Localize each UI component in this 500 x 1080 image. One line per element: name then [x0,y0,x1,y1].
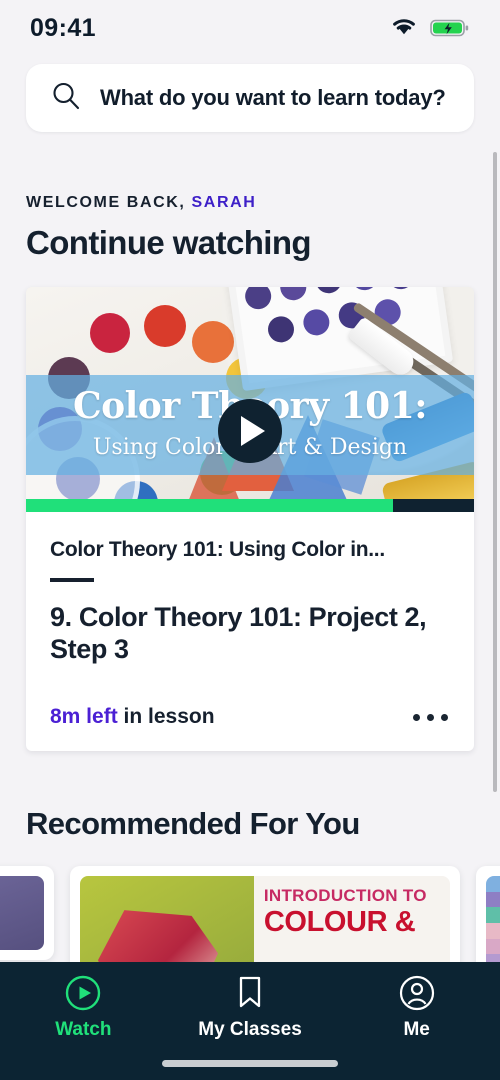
card-thumbnail [486,876,500,971]
progress-fill [26,499,394,512]
tab-watch-label: Watch [55,1019,112,1040]
card-title: COLOUR & [263,906,416,939]
card-thumbnail [0,876,44,951]
user-name: SARAH [191,194,257,211]
lesson-title: 9. Color Theory 101: Project 2, Step 3 [50,602,427,664]
person-circle-icon [398,974,436,1012]
list-item[interactable] [0,866,54,961]
bookmark-icon [235,974,265,1012]
tab-me-label: Me [403,1019,430,1040]
more-options-icon[interactable] [411,708,450,727]
bottom-tab-bar: Watch My Classes Me [0,962,500,1080]
status-bar: 09:41 [0,0,500,56]
card-kicker: INTRODUCTION TO [263,886,427,906]
play-icon [241,416,265,446]
tab-my-classes[interactable]: My Classes [167,974,334,1046]
time-remaining: 8m left in lesson [50,705,215,729]
course-title: Color Theory 101: Using Color in... [50,538,385,561]
play-button[interactable] [218,399,282,463]
search-input[interactable]: What do you want to learn today? [26,64,474,132]
tab-me[interactable]: Me [333,974,500,1046]
search-icon [50,80,82,117]
video-thumbnail[interactable]: Color Theory 101: Using Color in Art & D… [26,287,474,512]
time-left-suffix: in lesson [117,705,215,729]
wifi-icon [390,16,418,41]
search-placeholder-text: What do you want to learn today? [100,85,446,110]
continue-watching-card[interactable]: Color Theory 101: Using Color in Art & D… [26,287,474,752]
status-time: 09:41 [30,13,96,42]
app-screen: 09:41 What do you want to learn today? W… [0,0,500,1080]
status-indicators [390,16,470,41]
welcome-label: WELCOME BACK, SARAH [26,194,474,212]
welcome-prefix: WELCOME BACK, [26,194,186,211]
battery-charging-icon [430,18,470,38]
search-bar-container: What do you want to learn today? [0,56,500,132]
tab-watch[interactable]: Watch [0,974,167,1046]
divider [50,578,94,582]
play-circle-icon [64,974,102,1012]
tab-my-classes-label: My Classes [198,1019,302,1040]
card-footer: 8m left in lesson [50,705,450,729]
progress-bar [26,499,474,512]
page-title: Continue watching [26,224,312,261]
recommended-section-title: Recommended For You [26,806,360,842]
home-indicator[interactable] [0,1046,500,1080]
card-body: Color Theory 101: Using Color in... 9. C… [26,512,474,751]
scroll-content: WELCOME BACK, SARAH Continue watching Co… [0,194,500,1007]
scrollbar[interactable] [493,152,497,792]
time-left-value: 8m left [50,705,118,729]
